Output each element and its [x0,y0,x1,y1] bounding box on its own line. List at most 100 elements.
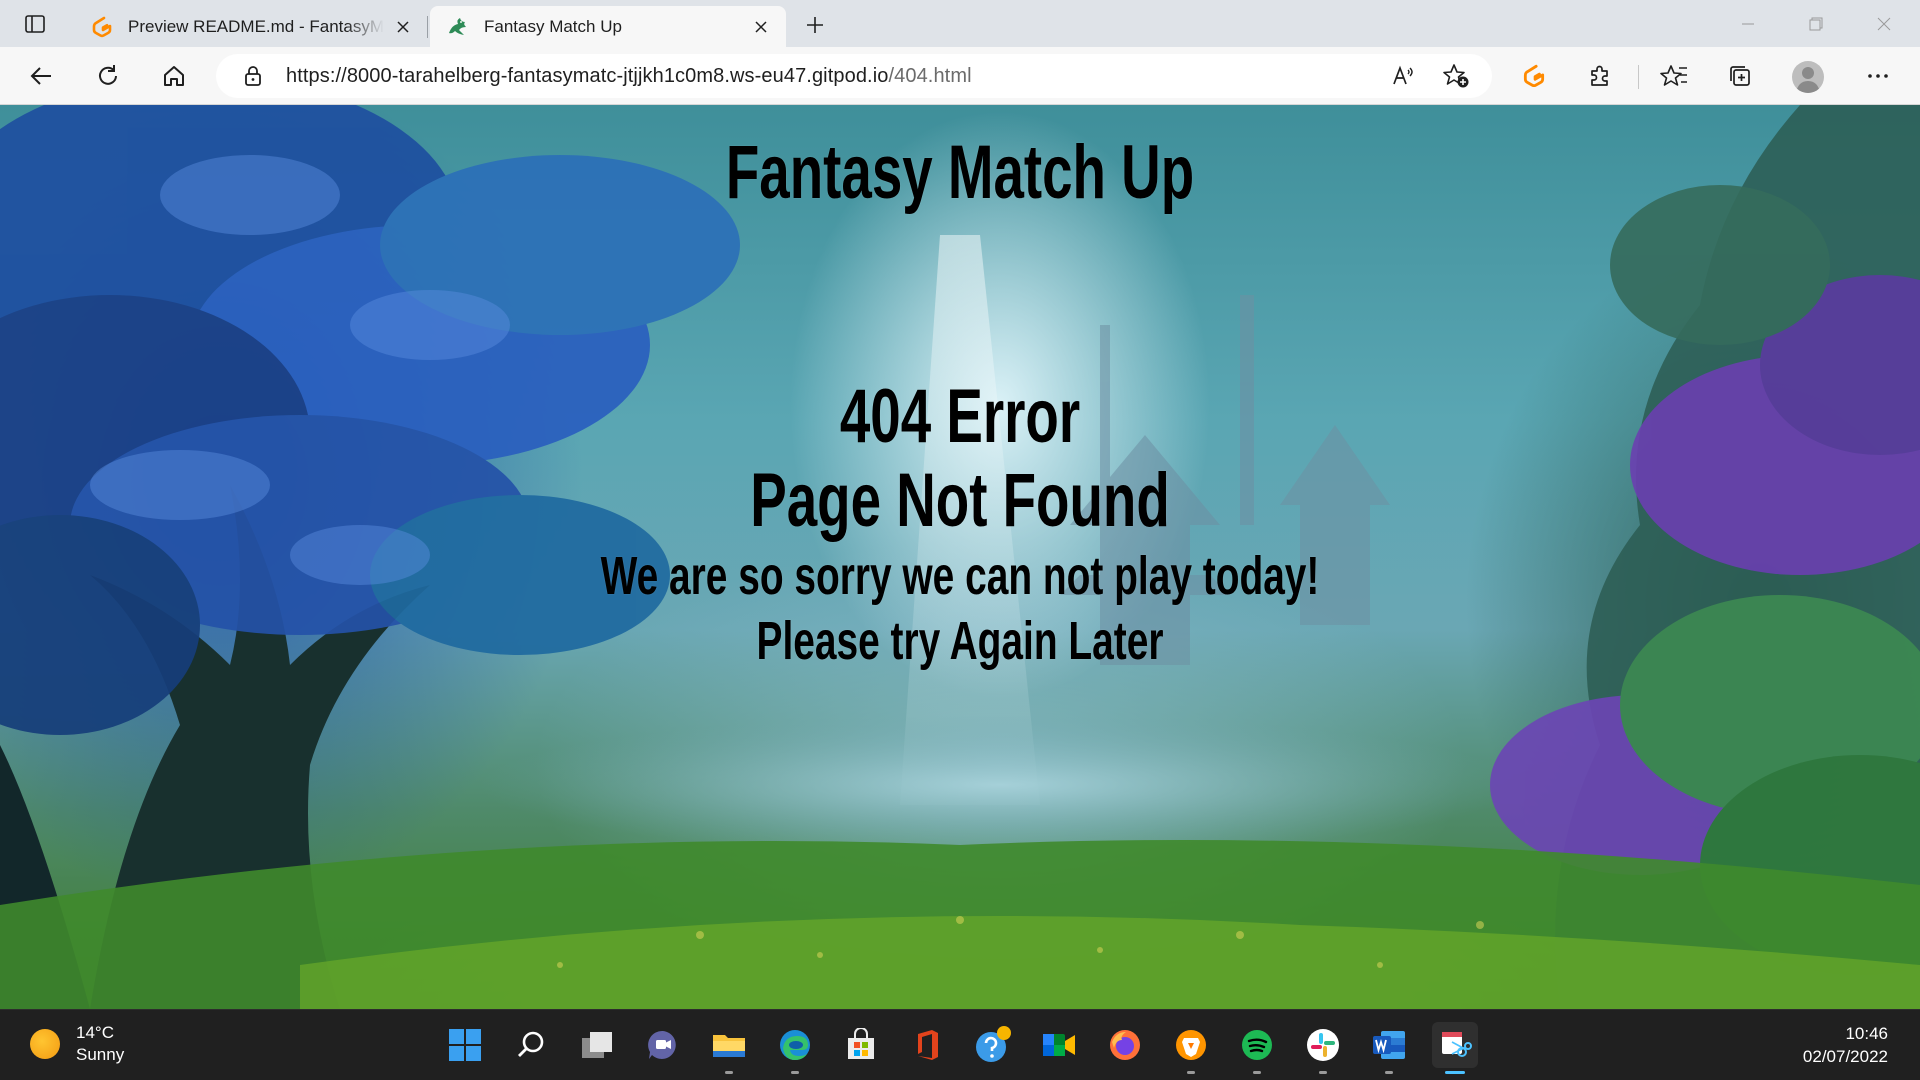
brave-button[interactable] [1168,1022,1214,1074]
slack-button[interactable] [1300,1022,1346,1074]
apology-text: We are so sorry we can not play today! [600,546,1320,606]
restore-icon [1809,17,1823,30]
gitpod-extension-button[interactable] [1514,57,1554,95]
minimize-button[interactable] [1714,0,1782,47]
gitpod-icon [1523,64,1545,88]
tab-fantasy-match-up[interactable]: Fantasy Match Up [430,6,786,47]
more-icon [1868,74,1888,78]
plus-icon [807,17,823,33]
brave-icon [1176,1030,1206,1060]
help-app-button[interactable] [970,1022,1016,1068]
url-text: https://8000-tarahelberg-fantasymatc-jtj… [286,65,972,88]
windows-start-button[interactable] [442,1022,488,1068]
running-indicator [1385,1071,1393,1074]
teams-chat-icon [648,1030,676,1059]
extensions-button[interactable] [1580,57,1620,95]
retry-later-text: Please try Again Later [756,611,1164,671]
system-clock[interactable]: 10:46 02/07/2022 [1803,1022,1888,1068]
meet-icon [1043,1034,1075,1056]
snipping-tool-icon [1442,1032,1472,1057]
file-explorer-button[interactable] [706,1022,752,1074]
new-tab-button[interactable] [798,10,832,40]
browser-tab-strip: Preview README.md - FantasyMatchUp Fanta… [0,0,1920,47]
file-explorer-icon [713,1035,745,1057]
edge-icon [780,1030,810,1060]
dragon-icon [449,17,466,35]
tab-title: Fantasy Match Up [484,16,622,36]
teams-chat-button[interactable] [640,1022,686,1068]
tab-actions-button[interactable] [17,9,53,39]
search-icon [518,1031,544,1057]
page-viewport: Fantasy Match Up 404 Error Page Not Foun… [0,105,1920,1009]
tab-close-button[interactable] [392,16,414,38]
google-meet-button[interactable] [1036,1022,1082,1068]
word-button[interactable] [1366,1022,1412,1074]
office-button[interactable] [904,1022,950,1068]
toolbar-divider [1638,65,1639,89]
snipping-tool-button[interactable] [1432,1022,1478,1074]
weather-widget[interactable]: 14°C Sunny [30,1022,124,1066]
spotify-icon [1242,1030,1272,1060]
search-button[interactable] [508,1022,554,1068]
task-view-icon [582,1032,612,1058]
favorites-icon [1660,65,1687,86]
tab-actions-icon [25,15,45,33]
person-icon [1796,67,1820,93]
close-window-button[interactable] [1850,0,1918,47]
minimize-icon [1742,23,1754,24]
address-bar[interactable]: https://8000-tarahelberg-fantasymatc-jtj… [216,54,1492,98]
firefox-icon [1110,1030,1140,1060]
spotify-button[interactable] [1234,1022,1280,1074]
profile-avatar[interactable] [1792,61,1824,93]
back-arrow-icon [30,67,51,85]
collections-icon [1730,66,1750,86]
read-aloud-button[interactable] [1388,61,1420,91]
url-path: /404.html [888,64,972,87]
clock-time: 10:46 [1845,1024,1888,1043]
sun-icon [30,1029,60,1059]
url-host: https://8000-tarahelberg-fantasymatc-jtj… [286,64,889,87]
error-message-heading: Page Not Found [750,458,1170,543]
close-icon [1877,17,1891,30]
weather-temperature: 14°C [76,1023,114,1042]
gitpod-icon [92,16,112,37]
running-indicator [725,1071,733,1074]
running-indicator [1253,1071,1261,1074]
tab-title: Preview README.md - FantasyMatchUp [128,16,384,36]
tab-close-button[interactable] [750,16,772,38]
lock-icon[interactable] [242,65,264,87]
collections-button[interactable] [1720,57,1760,95]
error-code-heading: 404 Error [839,374,1081,459]
clock-date: 02/07/2022 [1802,1047,1888,1066]
refresh-icon [99,65,117,85]
close-icon [397,20,409,33]
site-title: Fantasy Match Up [725,130,1195,215]
slack-icon [1307,1029,1339,1061]
running-indicator [1319,1071,1327,1074]
weather-condition: Sunny [76,1045,125,1064]
add-favorite-button[interactable] [1440,61,1472,91]
puzzle-icon [1591,65,1608,86]
running-indicator [791,1071,799,1074]
back-button[interactable] [22,57,62,95]
tab-readme-preview[interactable]: Preview README.md - FantasyMatchUp [74,6,428,47]
close-icon [755,20,767,33]
read-aloud-icon [1393,65,1413,85]
windows-start-icon [449,1029,481,1061]
refresh-button[interactable] [88,57,128,95]
microsoft-store-icon [848,1028,874,1059]
word-icon [1373,1031,1405,1059]
help-icon [976,1026,1011,1062]
star-add-icon [1443,64,1469,88]
favorites-button[interactable] [1654,57,1694,95]
home-button[interactable] [154,57,194,95]
active-indicator [1445,1071,1465,1074]
microsoft-store-button[interactable] [838,1022,884,1068]
office-icon [918,1030,938,1060]
restore-button[interactable] [1782,0,1850,47]
firefox-button[interactable] [1102,1022,1148,1068]
settings-menu-button[interactable] [1858,57,1898,95]
task-view-button[interactable] [574,1022,620,1068]
edge-button[interactable] [772,1022,818,1074]
error-page-content: Fantasy Match Up 404 Error Page Not Foun… [0,105,1920,1009]
